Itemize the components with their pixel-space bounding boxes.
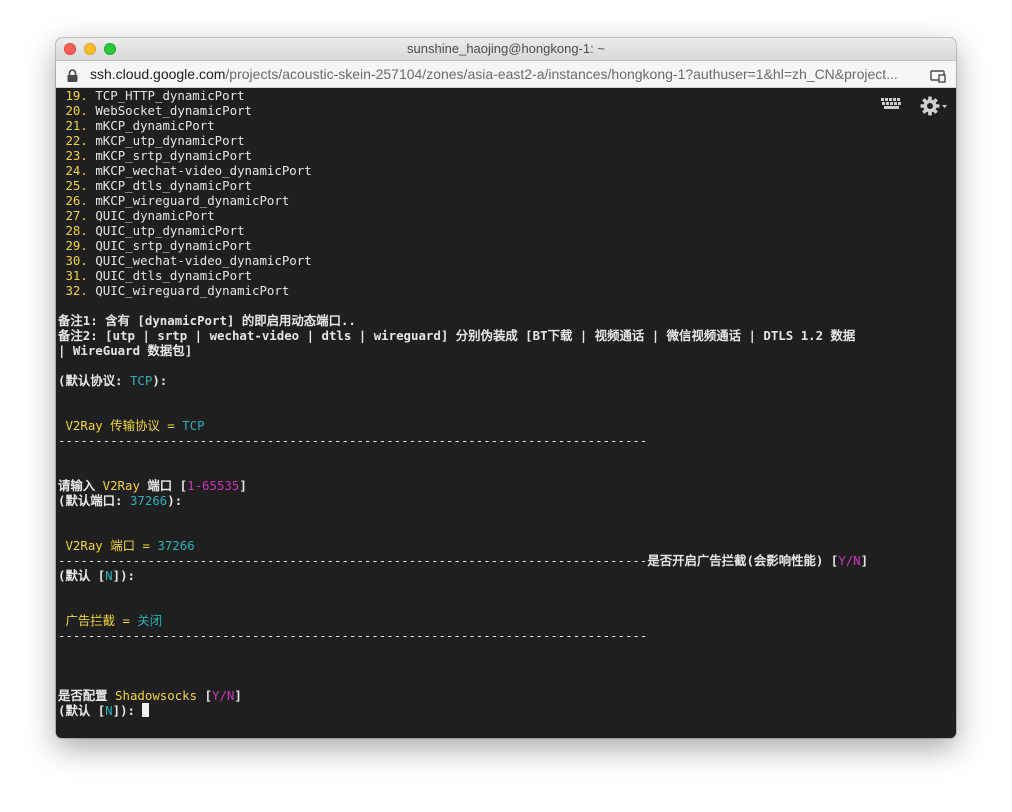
- divider: ----------------------------------------…: [58, 553, 648, 568]
- list-item: 25. mKCP_dtls_dynamicPort: [65, 178, 252, 193]
- list-item: 31. QUIC_dtls_dynamicPort: [65, 268, 252, 283]
- default-protocol-line: (默认协议: TCP):: [58, 373, 168, 388]
- shadowsocks-default-line[interactable]: (默认 [N]):: [58, 703, 150, 718]
- url-host: ssh.cloud.google.com: [90, 66, 226, 82]
- list-item: 19. TCP_HTTP_dynamicPort: [65, 88, 245, 103]
- note-2-continued: | WireGuard 数据包]: [58, 343, 193, 358]
- url-path: /projects/acoustic-skein-257104/zones/as…: [225, 66, 898, 82]
- address-bar[interactable]: ssh.cloud.google.com/projects/acoustic-s…: [56, 61, 956, 88]
- list-item: 22. mKCP_utp_dynamicPort: [65, 133, 245, 148]
- list-item: 20. WebSocket_dynamicPort: [65, 103, 252, 118]
- terminal-view[interactable]: 19. TCP_HTTP_dynamicPort 20. WebSocket_d…: [56, 88, 956, 738]
- keyboard-icon[interactable]: [881, 96, 903, 115]
- terminal-output: 19. TCP_HTTP_dynamicPort 20. WebSocket_d…: [58, 88, 869, 718]
- title-bar: sunshine_haojing@hongkong-1: ~: [56, 38, 956, 61]
- adblock-result-line: 广告拦截 = 关闭: [58, 613, 163, 628]
- window-title: sunshine_haojing@hongkong-1: ~: [407, 41, 605, 56]
- note-2: 备注2: [utp | srtp | wechat-video | dtls |…: [58, 328, 856, 343]
- shadowsocks-prompt-line: 是否配置 Shadowsocks [Y/N]: [58, 688, 242, 703]
- cast-icon[interactable]: [930, 68, 946, 83]
- list-item: 28. QUIC_utp_dynamicPort: [65, 223, 245, 238]
- lock-icon: [67, 67, 78, 82]
- url-text[interactable]: ssh.cloud.google.com/projects/acoustic-s…: [90, 66, 920, 82]
- browser-window: sunshine_haojing@hongkong-1: ~ ssh.cloud…: [56, 38, 956, 738]
- list-item: 32. QUIC_wireguard_dynamicPort: [65, 283, 290, 298]
- divider: ----------------------------------------…: [58, 628, 648, 643]
- note-1: 备注1: 含有 [dynamicPort] 的即启用动态端口..: [58, 313, 356, 328]
- default-port-line: (默认端口: 37266):: [58, 493, 183, 508]
- list-item: 21. mKCP_dynamicPort: [65, 118, 215, 133]
- port-result-line: V2Ray 端口 = 37266: [58, 538, 195, 553]
- port-prompt-line: 请输入 V2Ray 端口 [1-65535]: [58, 478, 247, 493]
- gear-icon[interactable]: [920, 96, 948, 120]
- list-item: 29. QUIC_srtp_dynamicPort: [65, 238, 252, 253]
- list-item: 27. QUIC_dynamicPort: [65, 208, 215, 223]
- adblock-default-line: (默认 [N]):: [58, 568, 136, 583]
- list-item: 24. mKCP_wechat-video_dynamicPort: [65, 163, 312, 178]
- list-item: 26. mKCP_wireguard_dynamicPort: [65, 193, 290, 208]
- list-item: 23. mKCP_srtp_dynamicPort: [65, 148, 252, 163]
- protocol-result-line: V2Ray 传输协议 = TCP: [58, 418, 205, 433]
- list-item: 30. QUIC_wechat-video_dynamicPort: [65, 253, 312, 268]
- divider: ----------------------------------------…: [58, 433, 648, 448]
- terminal-cursor: [142, 703, 150, 717]
